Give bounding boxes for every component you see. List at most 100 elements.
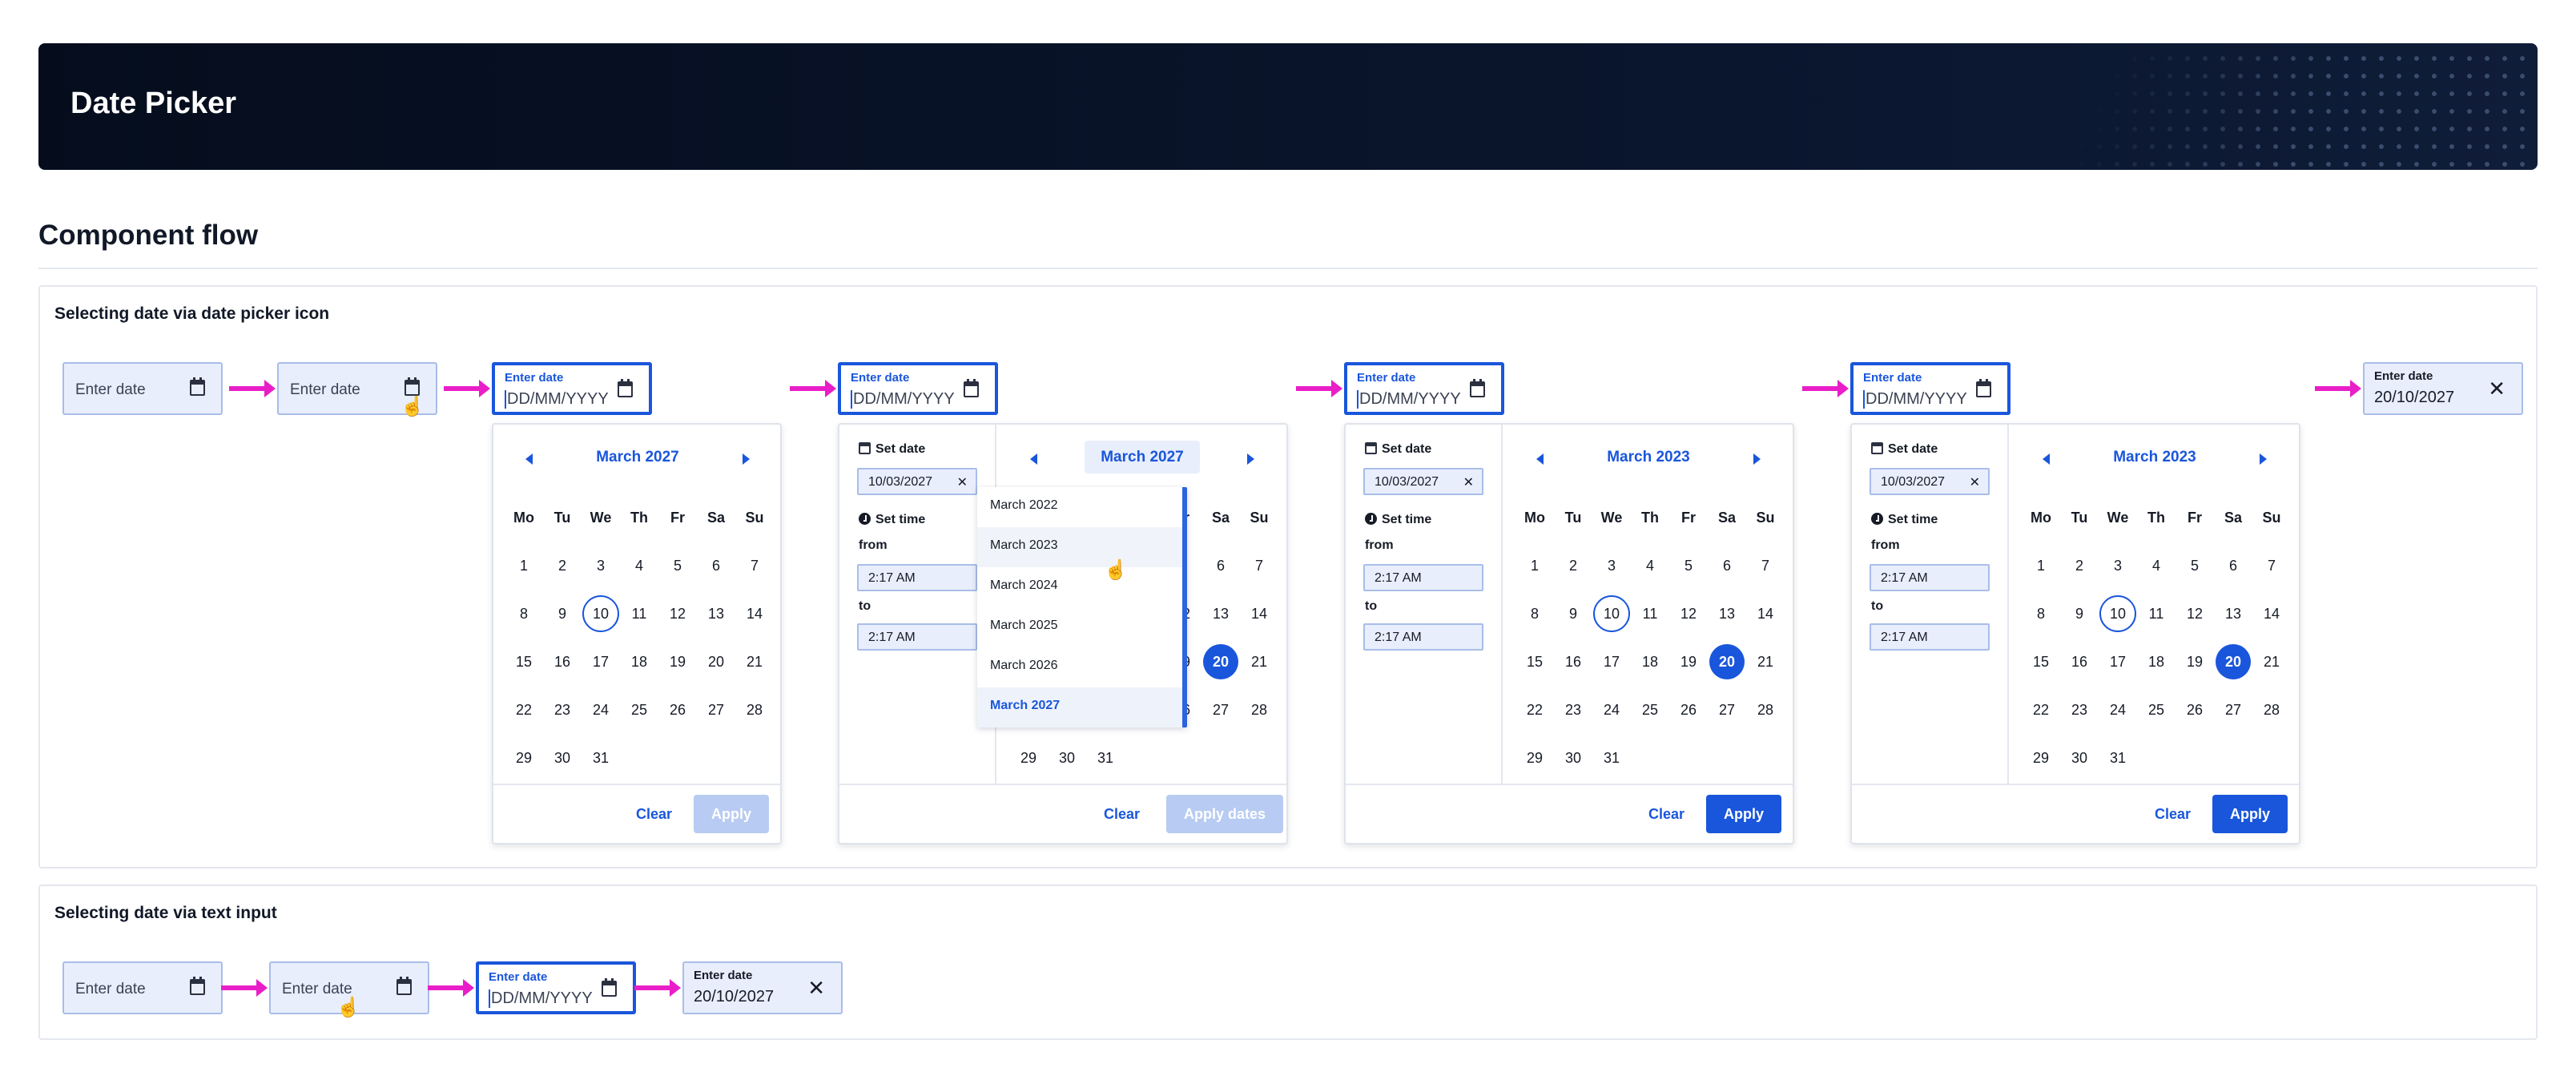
- day-cell[interactable]: 31: [582, 734, 620, 782]
- field-value[interactable]: 20/10/2027: [2374, 389, 2454, 407]
- set-date-input[interactable]: 10/03/2027 ✕: [1870, 468, 1990, 495]
- clear-button[interactable]: Clear: [1104, 806, 1140, 823]
- day-cell[interactable]: 22: [2022, 686, 2060, 734]
- calendar-icon[interactable]: [1976, 379, 1991, 397]
- day-cell[interactable]: 12: [1669, 590, 1708, 638]
- apply-button[interactable]: Apply: [1706, 795, 1782, 833]
- set-date-input[interactable]: 10/03/2027 ✕: [857, 468, 977, 495]
- day-cell[interactable]: 24: [1592, 686, 1631, 734]
- date-field-empty[interactable]: Enter date: [62, 362, 223, 415]
- day-cell[interactable]: 14: [735, 590, 774, 638]
- clear-button[interactable]: Clear: [2155, 806, 2191, 823]
- day-cell[interactable]: 9: [2060, 590, 2099, 638]
- day-cell[interactable]: 25: [2137, 686, 2176, 734]
- day-cell[interactable]: 22: [1515, 686, 1554, 734]
- from-time-input[interactable]: 2:17 AM: [1363, 564, 1483, 591]
- day-cell[interactable]: 27: [2214, 686, 2252, 734]
- day-cell[interactable]: 6: [1708, 542, 1746, 590]
- calendar-icon[interactable]: [618, 379, 633, 397]
- day-cell[interactable]: 16: [1554, 638, 1592, 686]
- day-cell[interactable]: 12: [2176, 590, 2214, 638]
- calendar-icon[interactable]: [964, 379, 979, 397]
- day-cell[interactable]: 8: [2022, 590, 2060, 638]
- day-cell[interactable]: 13: [1201, 590, 1240, 638]
- day-cell[interactable]: 5: [1669, 542, 1708, 590]
- day-cell[interactable]: 19: [1669, 638, 1708, 686]
- day-cell[interactable]: 26: [658, 686, 697, 734]
- day-cell[interactable]: 6: [2214, 542, 2252, 590]
- clear-icon[interactable]: ✕: [1463, 474, 1474, 490]
- day-cell[interactable]: 20: [697, 638, 735, 686]
- day-cell[interactable]: 4: [620, 542, 658, 590]
- day-cell[interactable]: 6: [697, 542, 735, 590]
- day-cell[interactable]: 18: [620, 638, 658, 686]
- month-option[interactable]: March 2022: [977, 487, 1182, 527]
- clear-icon[interactable]: ✕: [807, 977, 825, 998]
- date-field-hover[interactable]: Enter date ☝: [277, 362, 437, 417]
- day-cell[interactable]: 29: [1009, 734, 1048, 782]
- day-cell[interactable]: 24: [582, 686, 620, 734]
- day-cell[interactable]: 29: [2022, 734, 2060, 782]
- set-date-input[interactable]: 10/03/2027 ✕: [1363, 468, 1483, 495]
- calendar-icon[interactable]: [1470, 379, 1485, 397]
- day-cell[interactable]: 12: [658, 590, 697, 638]
- day-cell[interactable]: 27: [1708, 686, 1746, 734]
- day-cell[interactable]: 15: [1515, 638, 1554, 686]
- month-option[interactable]: March 2027: [977, 687, 1182, 727]
- day-cell[interactable]: 14: [1746, 590, 1785, 638]
- day-cell[interactable]: 23: [1554, 686, 1592, 734]
- day-cell[interactable]: 8: [505, 590, 543, 638]
- day-cell[interactable]: 16: [543, 638, 582, 686]
- day-cell[interactable]: 16: [2060, 638, 2099, 686]
- date-field-filled[interactable]: Enter date 20/10/2027 ✕: [682, 961, 843, 1014]
- day-cell[interactable]: 28: [1240, 686, 1278, 734]
- day-cell[interactable]: 4: [1631, 542, 1669, 590]
- day-cell[interactable]: 21: [1240, 638, 1278, 686]
- field-value[interactable]: 20/10/2027: [694, 988, 774, 1006]
- day-cell[interactable]: 27: [697, 686, 735, 734]
- month-dropdown[interactable]: March 2022 March 2023 March 2024 March 2025…: [977, 487, 1187, 727]
- day-cell[interactable]: 19: [658, 638, 697, 686]
- to-time-input[interactable]: 2:17 AM: [1870, 623, 1990, 651]
- day-cell[interactable]: 7: [1240, 542, 1278, 590]
- date-field-focused[interactable]: Enter date DD/MM/YYYY: [1850, 362, 2010, 415]
- day-cell[interactable]: 3: [1592, 542, 1631, 590]
- clear-icon[interactable]: ✕: [2488, 378, 2506, 399]
- month-selector[interactable]: March 2023: [2010, 449, 2299, 466]
- day-cell[interactable]: 25: [1631, 686, 1669, 734]
- day-cell[interactable]: 28: [735, 686, 774, 734]
- day-cell[interactable]: 21: [735, 638, 774, 686]
- month-option[interactable]: March 2025: [977, 607, 1182, 647]
- day-cell[interactable]: 30: [1048, 734, 1086, 782]
- day-cell[interactable]: 21: [1746, 638, 1785, 686]
- day-cell[interactable]: 17: [1592, 638, 1631, 686]
- date-field-filled[interactable]: Enter date 20/10/2027 ✕: [2363, 362, 2523, 415]
- day-cell[interactable]: 11: [620, 590, 658, 638]
- day-cell[interactable]: 31: [2099, 734, 2137, 782]
- day-cell[interactable]: 2: [1554, 542, 1592, 590]
- day-cell[interactable]: 15: [2022, 638, 2060, 686]
- day-cell[interactable]: 6: [1201, 542, 1240, 590]
- day-cell[interactable]: 4: [2137, 542, 2176, 590]
- date-field-focused[interactable]: Enter date DD/MM/YYYY: [838, 362, 998, 415]
- date-field-focused[interactable]: Enter date DD/MM/YYYY: [492, 362, 652, 415]
- to-time-input[interactable]: 2:17 AM: [857, 623, 977, 651]
- day-cell[interactable]: 25: [620, 686, 658, 734]
- day-cell[interactable]: 13: [697, 590, 735, 638]
- apply-dates-button[interactable]: Apply dates: [1166, 795, 1284, 833]
- day-cell[interactable]: 15: [505, 638, 543, 686]
- field-format[interactable]: DD/MM/YYYY: [489, 989, 593, 1008]
- day-cell[interactable]: 23: [2060, 686, 2099, 734]
- day-cell[interactable]: 10: [582, 590, 620, 638]
- to-time-input[interactable]: 2:17 AM: [1363, 623, 1483, 651]
- day-cell[interactable]: 22: [505, 686, 543, 734]
- clear-button[interactable]: Clear: [1648, 806, 1684, 823]
- day-cell[interactable]: 13: [2214, 590, 2252, 638]
- day-cell[interactable]: 29: [1515, 734, 1554, 782]
- day-cell[interactable]: 28: [1746, 686, 1785, 734]
- date-field-focused[interactable]: Enter date DD/MM/YYYY: [1344, 362, 1504, 415]
- day-cell[interactable]: 18: [2137, 638, 2176, 686]
- day-cell[interactable]: 17: [582, 638, 620, 686]
- field-format[interactable]: DD/MM/YYYY: [851, 390, 955, 409]
- calendar-icon[interactable]: [405, 377, 420, 396]
